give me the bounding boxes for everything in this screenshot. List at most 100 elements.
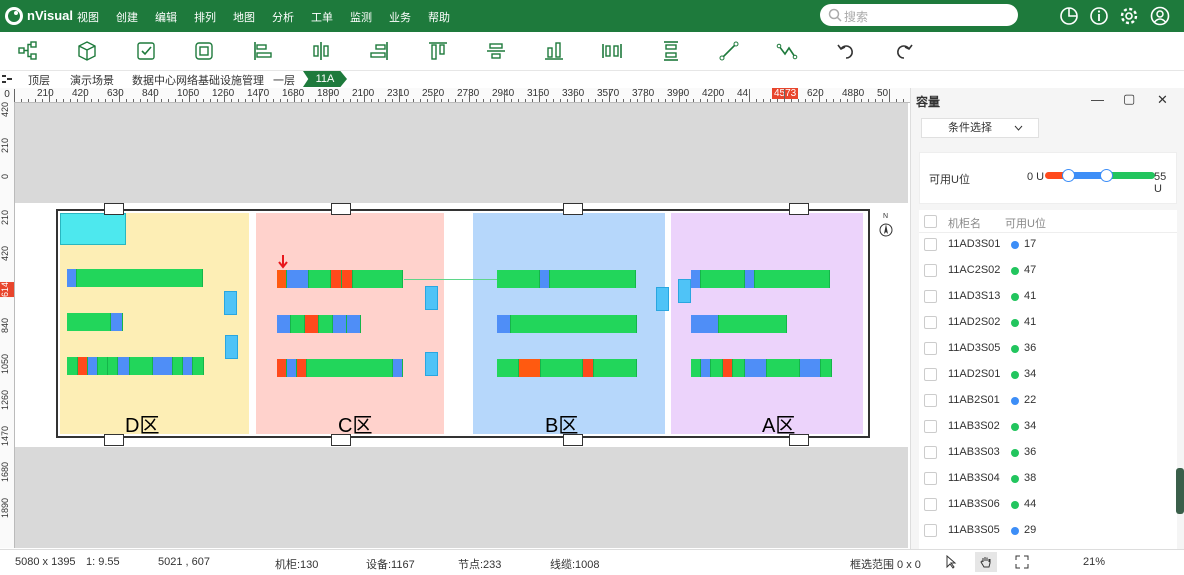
cube-icon[interactable] xyxy=(76,40,98,62)
rack-row-d2[interactable] xyxy=(67,313,123,331)
row-checkbox[interactable] xyxy=(924,368,937,381)
row-checkbox[interactable] xyxy=(924,446,937,459)
door xyxy=(331,203,351,215)
row-checkbox[interactable] xyxy=(924,420,937,433)
table-row[interactable]: 11AD3S01 17 xyxy=(919,232,1177,258)
ruler-left-label: 614 xyxy=(0,282,14,298)
range-handle-low[interactable] xyxy=(1062,169,1075,182)
table-row[interactable]: 11AD3S05 36 xyxy=(919,336,1177,362)
align-top-icon[interactable] xyxy=(427,40,449,62)
rack-row-d1[interactable] xyxy=(67,269,203,287)
row-checkbox[interactable] xyxy=(924,264,937,277)
table-row[interactable]: 11AB3S05 29 xyxy=(919,518,1177,544)
range-handle-high[interactable] xyxy=(1100,169,1113,182)
table-row[interactable]: 11AB3S06 44 xyxy=(919,492,1177,518)
close-button[interactable]: ✕ xyxy=(1157,92,1168,108)
align-center-v-icon[interactable] xyxy=(310,40,332,62)
redo-icon[interactable] xyxy=(893,40,915,62)
menu-create[interactable]: 创建 xyxy=(116,9,138,25)
select-all-checkbox[interactable] xyxy=(924,215,937,228)
row-checkbox[interactable] xyxy=(924,316,937,329)
toggle-tree-icon[interactable] xyxy=(2,74,12,84)
door xyxy=(563,203,583,215)
align-left-icon[interactable] xyxy=(252,40,274,62)
rack-row-c2[interactable] xyxy=(277,315,361,333)
menu-map[interactable]: 地图 xyxy=(233,9,255,25)
breadcrumb-top[interactable]: 顶层 xyxy=(28,72,50,88)
ac-unit[interactable] xyxy=(425,352,438,376)
table-row[interactable]: 11AD3S13 41 xyxy=(919,284,1177,310)
cabinet-name: 11AB3S06 xyxy=(948,498,1000,510)
distribute-horizontal-icon[interactable] xyxy=(601,40,623,62)
gear-icon[interactable] xyxy=(1118,5,1140,27)
menu-business[interactable]: 业务 xyxy=(389,9,411,25)
rack-row-c3[interactable] xyxy=(277,359,403,377)
row-checkbox[interactable] xyxy=(924,472,937,485)
row-checkbox[interactable] xyxy=(924,290,937,303)
ac-unit[interactable] xyxy=(425,286,438,310)
pie-chart-icon[interactable] xyxy=(1058,5,1080,27)
rack-row-a3[interactable] xyxy=(691,359,832,377)
menu-analysis[interactable]: 分析 xyxy=(272,9,294,25)
ruler-top-label: 420 xyxy=(72,88,89,99)
align-right-icon[interactable] xyxy=(368,40,390,62)
pointer-icon[interactable] xyxy=(944,555,958,569)
rack-row-a2[interactable] xyxy=(691,315,787,333)
table-row[interactable]: 11AB3S03 36 xyxy=(919,440,1177,466)
align-bottom-icon[interactable] xyxy=(543,40,565,62)
minimize-button[interactable]: — xyxy=(1091,92,1104,107)
breadcrumb-dcim[interactable]: 数据中心网络基础设施管理 xyxy=(132,72,264,88)
cabinet-name: 11AB3S05 xyxy=(948,524,1000,536)
rack-row-c1[interactable] xyxy=(277,270,403,288)
row-checkbox[interactable] xyxy=(924,394,937,407)
row-checkbox[interactable] xyxy=(924,498,937,511)
ac-unit[interactable] xyxy=(225,335,238,359)
ac-unit[interactable] xyxy=(656,287,669,311)
ac-unit[interactable] xyxy=(224,291,237,315)
scrollbar[interactable] xyxy=(1176,468,1184,514)
straight-line-icon[interactable] xyxy=(718,40,740,62)
rack-row-b2[interactable] xyxy=(497,315,637,333)
table-row[interactable]: 11AB3S02 34 xyxy=(919,414,1177,440)
table-row[interactable]: 11AD2S02 41 xyxy=(919,310,1177,336)
breadcrumb-demo[interactable]: 演示场景 xyxy=(70,72,114,88)
row-checkbox[interactable] xyxy=(924,524,937,537)
user-icon[interactable] xyxy=(1149,5,1171,27)
distribute-vertical-icon[interactable] xyxy=(660,40,682,62)
rack-row-b1[interactable] xyxy=(497,270,636,288)
topology-icon[interactable] xyxy=(17,40,39,62)
maximize-button[interactable]: ▢ xyxy=(1123,91,1135,107)
row-checkbox[interactable] xyxy=(924,342,937,355)
align-middle-icon[interactable] xyxy=(485,40,507,62)
floor-canvas[interactable]: D区 C区 B区 A区 N xyxy=(15,103,908,548)
fullscreen-icon[interactable] xyxy=(1015,555,1029,569)
menu-workorder[interactable]: 工单 xyxy=(311,9,333,25)
ac-unit[interactable] xyxy=(678,279,691,303)
equipment-block[interactable] xyxy=(60,213,126,245)
row-checkbox[interactable] xyxy=(924,238,937,251)
rack-row-d3[interactable] xyxy=(67,357,204,375)
polyline-icon[interactable] xyxy=(776,40,798,62)
breadcrumb-current[interactable]: 11A xyxy=(303,71,347,87)
breadcrumb-floor[interactable]: 一层 xyxy=(273,72,295,88)
info-icon[interactable] xyxy=(1088,5,1110,27)
table-row[interactable]: 11AC2S02 47 xyxy=(919,258,1177,284)
menu-view[interactable]: 视图 xyxy=(77,9,99,25)
ruler-top-label: 630 xyxy=(107,88,124,99)
menu-monitor[interactable]: 监测 xyxy=(350,9,372,25)
pan-tool[interactable] xyxy=(975,552,997,572)
menu-edit[interactable]: 编辑 xyxy=(155,9,177,25)
table-row[interactable]: 11AB3S04 38 xyxy=(919,466,1177,492)
table-row[interactable]: 11AB2S01 22 xyxy=(919,388,1177,414)
undo-icon[interactable] xyxy=(835,40,857,62)
menu-help[interactable]: 帮助 xyxy=(428,9,450,25)
table-header: 机柜名 可用U位 xyxy=(919,210,1177,233)
condition-select[interactable]: 条件选择 xyxy=(921,118,1039,138)
check-square-icon[interactable] xyxy=(135,40,157,62)
frame-icon[interactable] xyxy=(193,40,215,62)
table-row[interactable]: 11AD2S01 34 xyxy=(919,362,1177,388)
search-input[interactable]: 搜索 xyxy=(820,4,1018,26)
rack-row-b3[interactable] xyxy=(497,359,637,377)
menu-arrange[interactable]: 排列 xyxy=(194,9,216,25)
rack-row-a1[interactable] xyxy=(691,270,830,288)
